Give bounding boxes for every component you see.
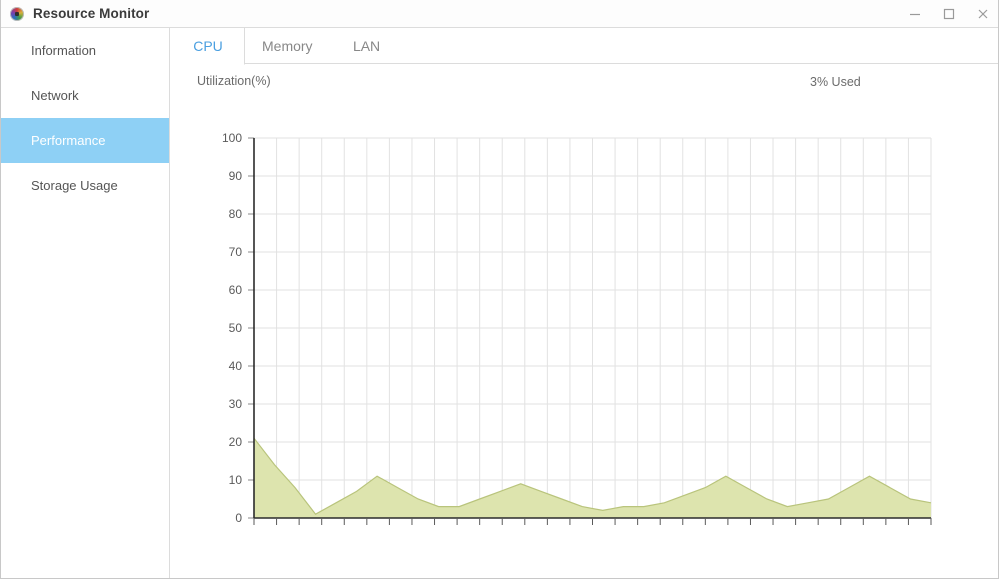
cpu-used-label: 3% Used — [810, 75, 861, 89]
y-axis-tick-label: 70 — [229, 245, 243, 259]
tab-lan[interactable]: LAN — [330, 28, 404, 63]
tab-label: Memory — [262, 37, 313, 54]
y-axis-tick-label: 40 — [229, 359, 243, 373]
cpu-utilization-chart: 0 10 20 30 40 50 60 70 80 90 100 — [171, 98, 998, 538]
tab-label: CPU — [193, 38, 223, 54]
window-title: Resource Monitor — [33, 6, 150, 21]
window-controls — [898, 0, 998, 28]
sidebar-item-network[interactable]: Network — [1, 73, 169, 118]
sidebar: Information Network Performance Storage … — [1, 28, 170, 578]
tab-cpu[interactable]: CPU — [171, 28, 245, 65]
chart-header: Utilization(%) 3% Used — [171, 64, 998, 98]
chart-axis-title: Utilization(%) — [197, 74, 271, 88]
y-axis-tick-label: 20 — [229, 435, 243, 449]
y-axis-tick-label: 10 — [229, 473, 243, 487]
maximize-icon[interactable] — [932, 0, 966, 28]
y-axis-tick-label: 30 — [229, 397, 243, 411]
sidebar-item-performance[interactable]: Performance — [1, 118, 169, 163]
y-axis-tick-label: 100 — [222, 131, 242, 145]
y-axis-tick-label: 50 — [229, 321, 243, 335]
cpu-utilization-chart-svg: 0 10 20 30 40 50 60 70 80 90 100 — [222, 131, 932, 525]
tab-label: LAN — [352, 37, 381, 54]
resource-monitor-window: Resource Monitor Information Network Per… — [0, 0, 999, 579]
sidebar-item-information[interactable]: Information — [1, 28, 169, 73]
sidebar-item-label: Information — [31, 43, 97, 58]
title-bar: Resource Monitor — [1, 0, 998, 28]
y-axis-tick-label: 80 — [229, 207, 243, 221]
main-panel: CPU Memory LAN Utilization(%) 3% Used 0 1… — [171, 28, 998, 578]
y-axis-tick-label: 60 — [229, 283, 243, 297]
tab-memory[interactable]: Memory — [245, 28, 330, 63]
close-icon[interactable] — [966, 0, 998, 28]
sidebar-item-storage-usage[interactable]: Storage Usage — [1, 163, 169, 208]
minimize-icon[interactable] — [898, 0, 932, 28]
y-axis-tick-label: 90 — [229, 169, 243, 183]
tab-bar: CPU Memory LAN — [171, 28, 998, 65]
sidebar-item-label: Network — [31, 88, 79, 103]
sidebar-item-label: Storage Usage — [31, 178, 118, 193]
sidebar-item-label: Performance — [31, 133, 106, 148]
app-logo-icon — [10, 6, 24, 21]
y-axis-tick-label: 0 — [235, 511, 242, 525]
